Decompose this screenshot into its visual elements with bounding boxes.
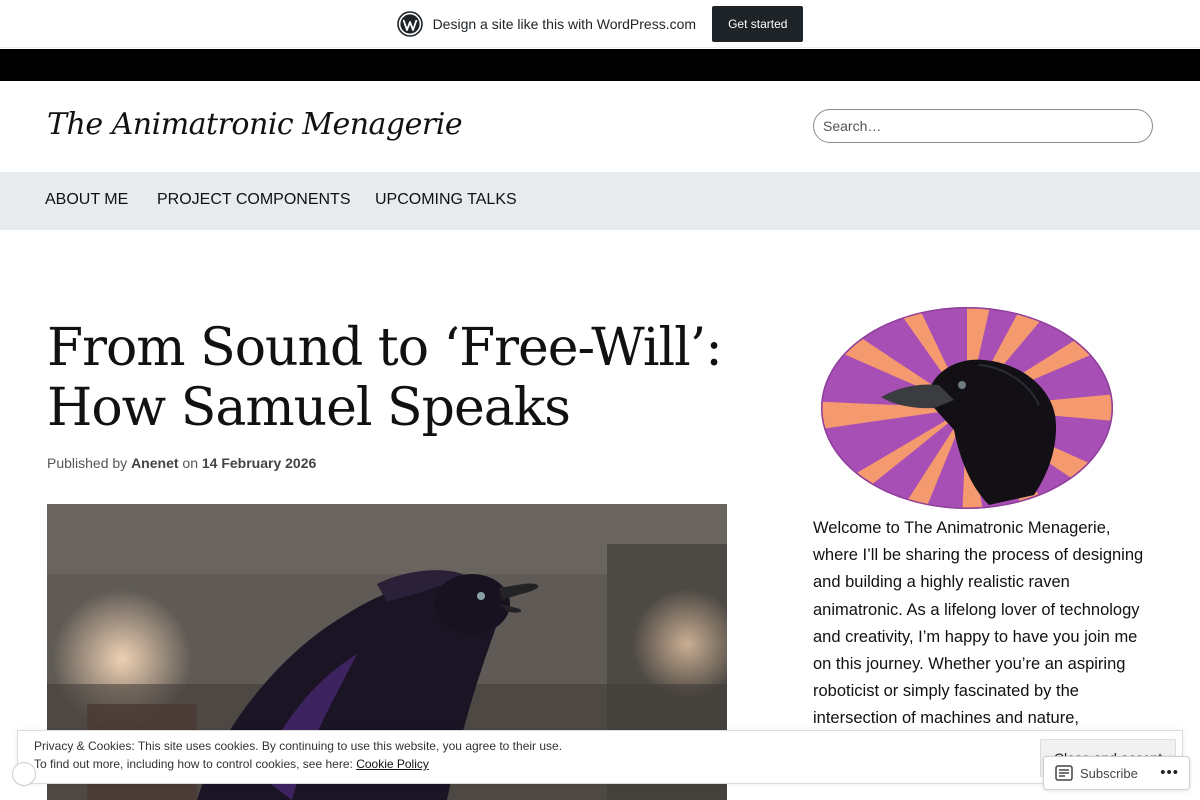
- nav-item-project-components[interactable]: PROJECT COMPONENTS: [157, 191, 351, 209]
- wordpress-logo-icon[interactable]: [396, 10, 423, 37]
- cookie-text-line-1: Privacy & Cookies: This site uses cookie…: [34, 739, 563, 753]
- post-title[interactable]: From Sound to ‘Free-Will’: How Samuel Sp…: [47, 318, 747, 438]
- site-title[interactable]: The Animatronic Menagerie: [47, 107, 463, 142]
- subscribe-reader-icon[interactable]: [1055, 765, 1073, 781]
- meta-prefix: Published by: [47, 455, 128, 471]
- post-author-link[interactable]: Anenet: [131, 455, 178, 471]
- cookie-text-line-2-prefix: To find out more, including how to contr…: [34, 757, 353, 771]
- meta-on: on: [182, 455, 198, 471]
- main-navigation: ABOUT ME PROJECT COMPONENTS UPCOMING TAL…: [0, 172, 1200, 230]
- post-title-line-2[interactable]: How Samuel Speaks: [47, 378, 571, 438]
- subscribe-bar: Subscribe •••: [1043, 756, 1190, 790]
- wordpress-promo-bar: Design a site like this with WordPress.c…: [0, 0, 1200, 48]
- sidebar-raven-sunburst-image[interactable]: [819, 305, 1115, 511]
- nav-item-about-me[interactable]: ABOUT ME: [45, 191, 128, 209]
- site-header: The Animatronic Menagerie: [0, 81, 1200, 172]
- header-black-strip: [0, 49, 1200, 81]
- search-input[interactable]: [813, 109, 1153, 143]
- cookie-text-line-2: To find out more, including how to contr…: [34, 757, 429, 771]
- post-title-line-1[interactable]: From Sound to ‘Free-Will’:: [47, 318, 723, 378]
- promo-text[interactable]: Design a site like this with WordPress.c…: [433, 16, 697, 32]
- nav-item-upcoming-talks[interactable]: UPCOMING TALKS: [375, 191, 517, 209]
- get-started-button[interactable]: Get started: [712, 5, 804, 42]
- cookie-banner: Privacy & Cookies: This site uses cookie…: [17, 730, 1183, 784]
- cookie-policy-link[interactable]: Cookie Policy: [356, 757, 429, 771]
- subscribe-button[interactable]: Subscribe: [1080, 766, 1138, 781]
- sidebar-intro-text: Welcome to The Animatronic Menagerie, wh…: [813, 519, 1144, 728]
- post-meta: Published by Anenet on 14 February 2026: [47, 455, 316, 471]
- corner-badge[interactable]: [12, 762, 36, 786]
- post-date-link[interactable]: 14 February 2026: [202, 455, 316, 471]
- more-options-icon[interactable]: •••: [1160, 765, 1179, 780]
